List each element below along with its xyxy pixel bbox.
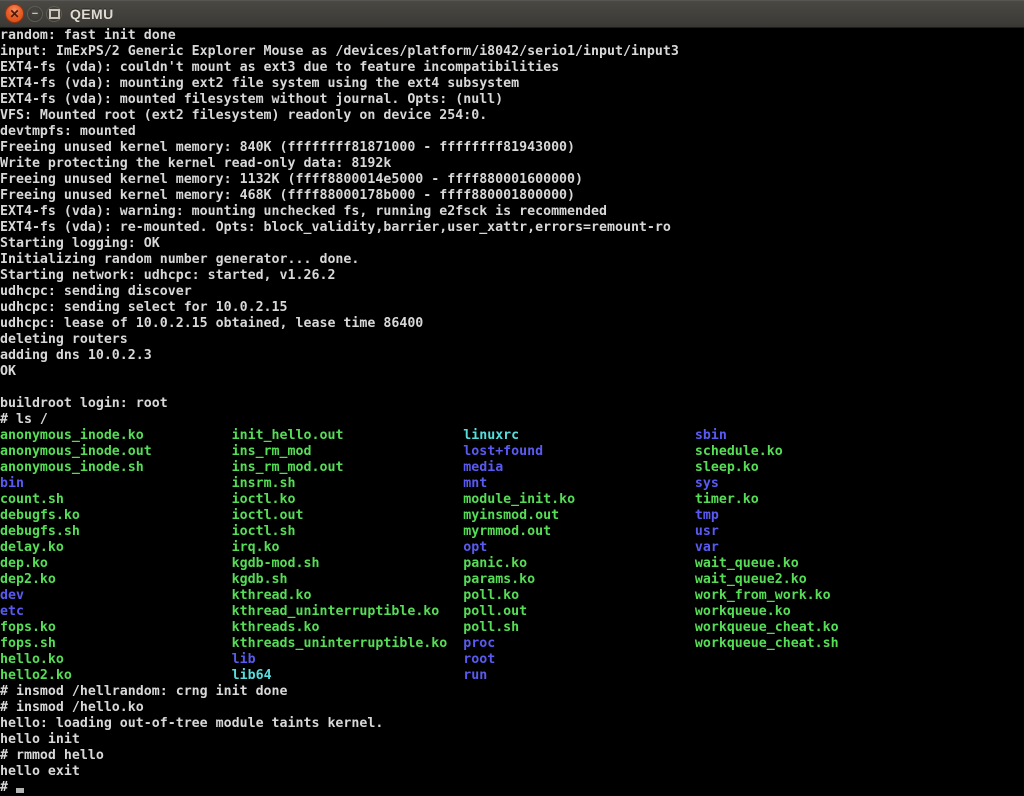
terminal-line: Write protecting the kernel read-only da… bbox=[0, 156, 1024, 172]
qemu-window: ✕ − QEMU random: fast init doneinput: Im… bbox=[0, 0, 1024, 796]
terminal-line: Initializing random number generator... … bbox=[0, 252, 1024, 268]
prompt-text: # bbox=[0, 780, 16, 795]
terminal-line: Freeing unused kernel memory: 1132K (fff… bbox=[0, 172, 1024, 188]
terminal-line: bin insrm.sh mnt sys bbox=[0, 476, 1024, 492]
terminal-line: deleting routers bbox=[0, 332, 1024, 348]
maximize-icon bbox=[49, 9, 60, 19]
prompt-line: # bbox=[0, 780, 1024, 796]
terminal-line: fops.sh kthreads_uninterruptible.ko proc… bbox=[0, 636, 1024, 652]
terminal-line: # ls / bbox=[0, 412, 1024, 428]
terminal-line bbox=[0, 380, 1024, 396]
terminal-line: buildroot login: root bbox=[0, 396, 1024, 412]
terminal-line: count.sh ioctl.ko module_init.ko timer.k… bbox=[0, 492, 1024, 508]
terminal-line: devtmpfs: mounted bbox=[0, 124, 1024, 140]
terminal-line: dep2.ko kgdb.sh params.ko wait_queue2.ko bbox=[0, 572, 1024, 588]
terminal-line: adding dns 10.0.2.3 bbox=[0, 348, 1024, 364]
terminal-line: udhcpc: sending discover bbox=[0, 284, 1024, 300]
terminal-cursor bbox=[16, 788, 24, 793]
terminal-line: Starting logging: OK bbox=[0, 236, 1024, 252]
terminal-line: # rmmod hello bbox=[0, 748, 1024, 764]
terminal-line: hello.ko lib root bbox=[0, 652, 1024, 668]
terminal-line: fops.ko kthreads.ko poll.sh workqueue_ch… bbox=[0, 620, 1024, 636]
window-title: QEMU bbox=[70, 0, 114, 28]
terminal[interactable]: random: fast init doneinput: ImExPS/2 Ge… bbox=[0, 28, 1024, 796]
terminal-line: VFS: Mounted root (ext2 filesystem) read… bbox=[0, 108, 1024, 124]
terminal-line: EXT4-fs (vda): re-mounted. Opts: block_v… bbox=[0, 220, 1024, 236]
terminal-line: dev kthread.ko poll.ko work_from_work.ko bbox=[0, 588, 1024, 604]
terminal-line: EXT4-fs (vda): warning: mounting uncheck… bbox=[0, 204, 1024, 220]
terminal-line: udhcpc: sending select for 10.0.2.15 bbox=[0, 300, 1024, 316]
terminal-line: hello init bbox=[0, 732, 1024, 748]
maximize-button[interactable] bbox=[46, 6, 62, 22]
terminal-line: # insmod /hello.ko bbox=[0, 700, 1024, 716]
terminal-line: anonymous_inode.out ins_rm_mod lost+foun… bbox=[0, 444, 1024, 460]
terminal-line: anonymous_inode.sh ins_rm_mod.out media … bbox=[0, 460, 1024, 476]
terminal-line: udhcpc: lease of 10.0.2.15 obtained, lea… bbox=[0, 316, 1024, 332]
terminal-line: random: fast init done bbox=[0, 28, 1024, 44]
terminal-line: hello: loading out-of-tree module taints… bbox=[0, 716, 1024, 732]
minimize-icon: − bbox=[32, 9, 38, 20]
minimize-button[interactable]: − bbox=[27, 6, 43, 22]
terminal-line: EXT4-fs (vda): mounting ext2 file system… bbox=[0, 76, 1024, 92]
terminal-output: random: fast init doneinput: ImExPS/2 Ge… bbox=[0, 28, 1024, 780]
terminal-line: Freeing unused kernel memory: 468K (ffff… bbox=[0, 188, 1024, 204]
terminal-line: EXT4-fs (vda): couldn't mount as ext3 du… bbox=[0, 60, 1024, 76]
close-icon: ✕ bbox=[9, 8, 19, 20]
terminal-line: delay.ko irq.ko opt var bbox=[0, 540, 1024, 556]
terminal-line: debugfs.sh ioctl.sh myrmmod.out usr bbox=[0, 524, 1024, 540]
terminal-line: Starting network: udhcpc: started, v1.26… bbox=[0, 268, 1024, 284]
terminal-line: OK bbox=[0, 364, 1024, 380]
terminal-line: EXT4-fs (vda): mounted filesystem withou… bbox=[0, 92, 1024, 108]
terminal-line: # insmod /hellrandom: crng init done bbox=[0, 684, 1024, 700]
close-button[interactable]: ✕ bbox=[5, 4, 24, 23]
terminal-line: anonymous_inode.ko init_hello.out linuxr… bbox=[0, 428, 1024, 444]
terminal-line: input: ImExPS/2 Generic Explorer Mouse a… bbox=[0, 44, 1024, 60]
window-titlebar[interactable]: ✕ − QEMU bbox=[0, 0, 1024, 28]
terminal-line: etc kthread_uninterruptible.ko poll.out … bbox=[0, 604, 1024, 620]
terminal-line: Freeing unused kernel memory: 840K (ffff… bbox=[0, 140, 1024, 156]
terminal-line: hello2.ko lib64 run bbox=[0, 668, 1024, 684]
terminal-line: hello exit bbox=[0, 764, 1024, 780]
terminal-line: dep.ko kgdb-mod.sh panic.ko wait_queue.k… bbox=[0, 556, 1024, 572]
terminal-line: debugfs.ko ioctl.out myinsmod.out tmp bbox=[0, 508, 1024, 524]
